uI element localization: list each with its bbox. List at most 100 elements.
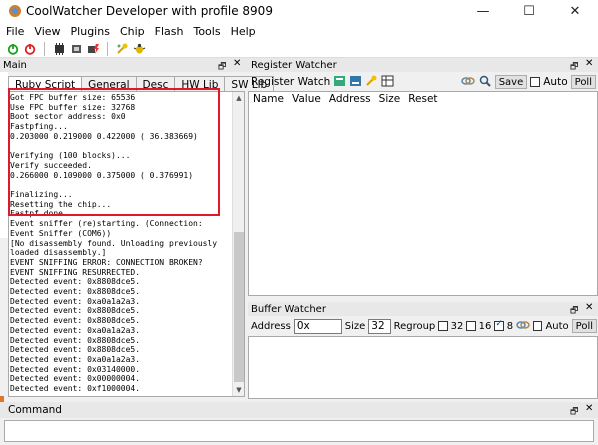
link-icon[interactable] <box>516 319 530 334</box>
regroup-32-checkbox[interactable] <box>438 321 448 331</box>
toolbar-separator <box>107 41 108 56</box>
console-line: [No disassembly found. Unloading previou… <box>10 238 218 248</box>
regroup-16-label: 16 <box>478 320 492 332</box>
console-line: Detected event: 0xa0a1a2a3. <box>10 296 141 306</box>
column-value[interactable]: Value <box>292 93 321 105</box>
poll-button[interactable]: Poll <box>570 75 596 89</box>
toolbar <box>0 40 598 58</box>
column-name[interactable]: Name <box>253 93 284 105</box>
menu-tools[interactable]: Tools <box>193 25 220 38</box>
console-line: Event sniffer (re)starting. (Connection: <box>10 219 203 229</box>
size-input[interactable]: 32 <box>368 318 391 334</box>
console-line: EVENT SNIFFING ERROR: CONNECTION BROKEN? <box>10 257 203 267</box>
register-watcher-panel: Register Watcher 🗗 ✕ Register Watch Save… <box>248 58 598 296</box>
menu-chip[interactable]: Chip <box>120 25 145 38</box>
column-size[interactable]: Size <box>379 93 401 105</box>
scroll-up-icon[interactable]: ▲ <box>233 92 244 104</box>
console-line: Detected event: 0x8808dce5. <box>10 277 141 287</box>
menu-view[interactable]: View <box>34 25 60 38</box>
auto-checkbox[interactable] <box>530 77 541 87</box>
console-line: Detected event: 0x00000004. <box>10 374 141 384</box>
maximize-button[interactable]: ☐ <box>506 0 552 22</box>
power-green-icon[interactable] <box>6 42 20 56</box>
close-icon[interactable]: ✕ <box>585 403 593 414</box>
close-icon[interactable]: ✕ <box>585 58 593 69</box>
regroup-16-checkbox[interactable] <box>466 321 476 331</box>
float-icon[interactable]: 🗗 <box>570 303 578 319</box>
command-panel: Command 🗗 ✕ <box>0 402 598 445</box>
scroll-down-icon[interactable]: ▼ <box>233 384 244 396</box>
search-icon[interactable] <box>478 75 492 90</box>
menu-file[interactable]: File <box>6 25 24 38</box>
regroup-label: Regroup <box>393 320 436 332</box>
main-panel: Main 🗗 ✕ Ruby Script General Desc HW Lib… <box>0 58 275 400</box>
title-bar: CoolWatcher Developer with profile 8909 … <box>0 0 598 22</box>
console-line: Detected event: 0xa0a1a2a3. <box>10 325 141 335</box>
console-line: Detected event: 0x8808dce5. <box>10 345 141 355</box>
console-line: loaded disassembly.] <box>10 248 107 258</box>
command-panel-header: Command 🗗 ✕ <box>0 402 598 418</box>
buffer-watcher-title: Buffer Watcher <box>251 303 326 315</box>
register-watcher-title: Register Watcher <box>251 59 337 71</box>
command-panel-title: Command <box>8 404 62 416</box>
buffer-view[interactable] <box>248 336 598 399</box>
float-icon[interactable]: 🗗 <box>570 404 578 420</box>
menu-flash[interactable]: Flash <box>155 25 184 38</box>
console-line: Event Sniffer (COM6)) <box>10 228 112 238</box>
register-toolbar: Register Watch Save Auto Poll <box>251 74 596 90</box>
toolbar-separator <box>44 41 45 56</box>
tool-icon[interactable] <box>365 75 378 90</box>
bug-icon[interactable] <box>132 42 146 56</box>
regroup-8-label: 8 <box>506 320 514 332</box>
register-table-icon[interactable] <box>381 75 394 90</box>
chip-icon[interactable] <box>52 42 66 56</box>
window-title: CoolWatcher Developer with profile 8909 <box>26 4 273 18</box>
power-red-icon[interactable] <box>23 42 37 56</box>
link-icon[interactable] <box>460 75 475 90</box>
tool-icon[interactable] <box>115 42 129 56</box>
scroll-thumb[interactable] <box>234 232 244 382</box>
menu-plugins[interactable]: Plugins <box>71 25 110 38</box>
chip2-icon[interactable] <box>69 42 83 56</box>
console-scrollbar[interactable]: ▲ ▼ <box>232 92 244 396</box>
console-line: Detected event: 0x8808dce5. <box>10 316 141 326</box>
close-icon[interactable]: ✕ <box>233 58 241 69</box>
app-logo-icon <box>8 4 22 18</box>
buffer-watcher-panel: Buffer Watcher 🗗 ✕ Address 0x Size 32 Re… <box>248 302 598 399</box>
buffer-toolbar: Address 0x Size 32 Regroup 32 16 8 Auto … <box>251 318 598 334</box>
regroup-8-checkbox[interactable] <box>494 319 504 331</box>
console-line: Detected event: 0xf1000004. <box>10 384 141 394</box>
menu-help[interactable]: Help <box>231 25 256 38</box>
address-label: Address <box>251 320 291 332</box>
address-input[interactable]: 0x <box>293 318 342 334</box>
close-button[interactable]: ✕ <box>552 0 598 22</box>
console-line: Detected event: 0x8808dce5. <box>10 306 141 316</box>
remove-register-icon[interactable] <box>349 75 362 90</box>
register-watcher-header: Register Watcher 🗗 ✕ <box>248 58 598 72</box>
column-reset[interactable]: Reset <box>408 93 437 105</box>
register-table-header: Name Value Address Size Reset <box>249 93 438 105</box>
size-label: Size <box>344 320 366 332</box>
flash-icon[interactable] <box>86 42 100 56</box>
column-address[interactable]: Address <box>329 93 371 105</box>
console-line: Detected event: 0x8808dce5. <box>10 287 141 297</box>
menu-bar: File View Plugins Chip Flash Tools Help <box>0 22 598 40</box>
minimize-button[interactable]: — <box>460 0 506 22</box>
main-panel-header: Main 🗗 ✕ <box>0 58 249 72</box>
buffer-watcher-header: Buffer Watcher 🗗 ✕ <box>248 302 598 316</box>
auto-label: Auto <box>543 76 568 88</box>
console-line: Detected event: 0xa0a1a2a3. <box>10 354 141 364</box>
register-table[interactable]: Name Value Address Size Reset <box>248 91 598 296</box>
highlight-box <box>8 88 220 216</box>
add-register-icon[interactable] <box>333 75 346 90</box>
close-icon[interactable]: ✕ <box>585 302 593 313</box>
float-icon[interactable]: 🗗 <box>570 59 578 75</box>
console-line: Detected event: 0x03140000. <box>10 364 141 374</box>
command-input[interactable] <box>4 420 594 442</box>
buffer-auto-label: Auto <box>545 320 569 332</box>
save-button[interactable]: Save <box>494 75 528 89</box>
buffer-poll-button[interactable]: Poll <box>571 319 598 333</box>
main-panel-title: Main <box>3 59 27 71</box>
buffer-auto-checkbox[interactable] <box>533 321 543 331</box>
console-line: Detected event: 0x8808dce5. <box>10 335 141 345</box>
